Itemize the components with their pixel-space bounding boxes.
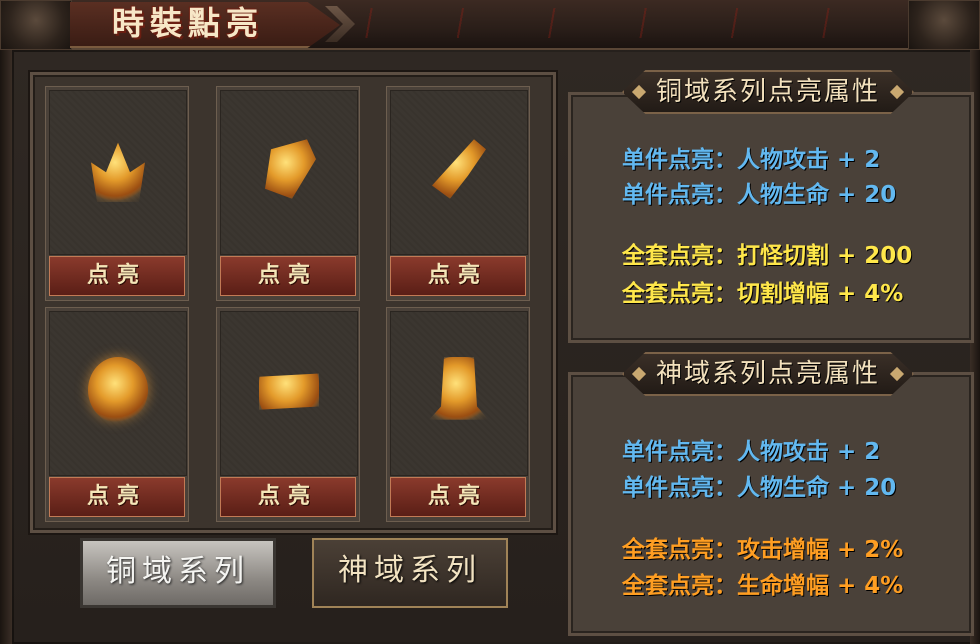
belt-icon — [259, 373, 319, 410]
attribute-line: 全套点亮：攻击增幅 + 2% — [622, 537, 904, 563]
left-frame-edge — [0, 48, 12, 644]
attribute-line: 全套点亮：打怪切割 + 200 — [622, 243, 913, 269]
shoulder-armor-icon — [265, 139, 316, 199]
light-up-button[interactable]: 点亮 — [390, 256, 526, 296]
slot-image-area[interactable] — [49, 90, 187, 255]
equipment-slot-crown: 点亮 — [45, 86, 189, 301]
tab-copper-series[interactable]: 铜域系列 — [80, 538, 276, 608]
ring-icon — [88, 357, 148, 423]
gauntlet-icon — [432, 139, 486, 199]
divine-attributes-header: 神域系列点亮属性 — [622, 352, 914, 396]
equipment-slot-ring: 点亮 — [45, 307, 189, 522]
window-title: 時裝點亮 — [112, 4, 265, 42]
attribute-line: 全套点亮：切割增幅 + 4% — [622, 281, 904, 307]
boots-icon — [429, 357, 489, 420]
equipment-slot-boots: 点亮 — [386, 307, 530, 522]
slot-image-area[interactable] — [49, 311, 187, 476]
slot-image-area[interactable] — [220, 311, 358, 476]
attribute-line: 单件点亮：人物攻击 + 2 — [622, 147, 881, 173]
crown-icon — [91, 142, 145, 202]
slot-image-area[interactable] — [390, 311, 528, 476]
attribute-line: 单件点亮：人物攻击 + 2 — [622, 439, 881, 465]
light-up-button[interactable]: 点亮 — [220, 256, 356, 296]
equipment-slot-shoulder: 点亮 — [216, 86, 360, 301]
tab-divine-series[interactable]: 神域系列 — [312, 538, 508, 608]
title-bar-texture — [330, 8, 930, 38]
slot-image-area[interactable] — [390, 90, 528, 255]
fashion-light-window: 時裝點亮 点亮 点亮 点亮 点亮 点亮 点亮 铜域系列 神域系列 铜域系列点亮属… — [0, 0, 980, 644]
light-up-button[interactable]: 点亮 — [49, 477, 185, 517]
corner-ornament-left — [0, 0, 72, 50]
slot-image-area[interactable] — [220, 90, 358, 255]
corner-ornament-right — [908, 0, 980, 50]
copper-attributes-title: 铜域系列点亮属性 — [655, 77, 880, 107]
divine-attributes-title: 神域系列点亮属性 — [655, 359, 880, 389]
light-up-button[interactable]: 点亮 — [220, 477, 356, 517]
attribute-line: 单件点亮：人物生命 + 20 — [622, 182, 897, 208]
light-up-button[interactable]: 点亮 — [390, 477, 526, 517]
light-up-button[interactable]: 点亮 — [49, 256, 185, 296]
attribute-line: 全套点亮：生命增幅 + 4% — [622, 573, 904, 599]
equipment-slot-belt: 点亮 — [216, 307, 360, 522]
attribute-line: 单件点亮：人物生命 + 20 — [622, 475, 897, 501]
equipment-slot-gauntlet: 点亮 — [386, 86, 530, 301]
copper-attributes-header: 铜域系列点亮属性 — [622, 70, 914, 114]
